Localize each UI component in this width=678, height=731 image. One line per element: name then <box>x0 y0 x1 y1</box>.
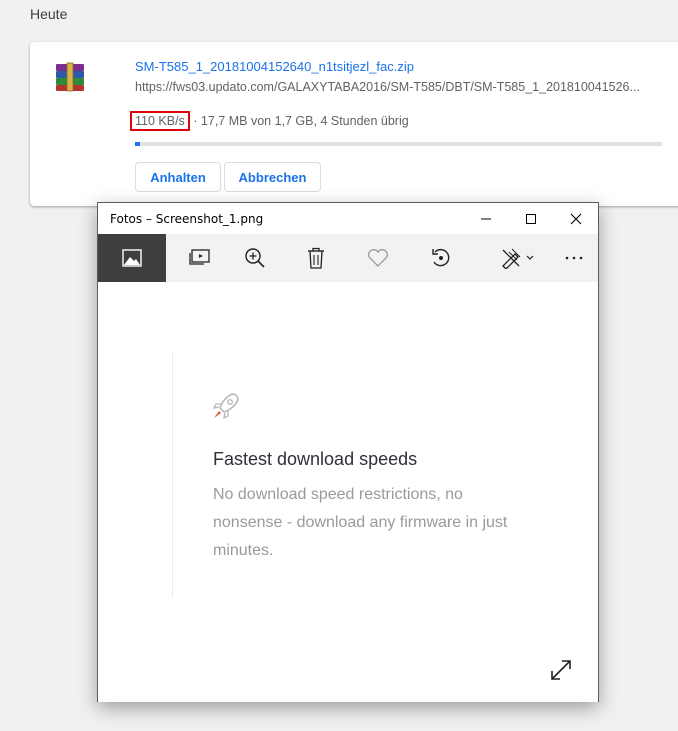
feature-heading: Fastest download speeds <box>213 449 418 469</box>
divider-line <box>172 352 173 598</box>
window-title: Fotos – Screenshot_1.png <box>110 212 264 226</box>
delete-button[interactable] <box>292 234 340 282</box>
zoom-in-button[interactable] <box>231 234 279 282</box>
edit-menu-button[interactable] <box>490 234 546 282</box>
rotate-icon <box>432 248 450 267</box>
close-icon <box>570 213 581 224</box>
maximize-button[interactable] <box>508 203 553 234</box>
view-image-button[interactable] <box>98 234 166 282</box>
download-status: 110 KB/s · 17,7 MB von 1,7 GB, 4 Stunden… <box>130 111 409 131</box>
download-progress-fill <box>135 142 141 146</box>
photos-toolbar <box>98 234 598 282</box>
pause-button[interactable]: Anhalten <box>135 162 221 192</box>
expand-icon[interactable] <box>550 659 572 681</box>
cancel-button[interactable]: Abbrechen <box>224 162 321 192</box>
more-icon <box>565 256 583 260</box>
zoom-in-icon <box>245 248 265 268</box>
more-options-button[interactable] <box>550 234 598 282</box>
image-viewport: Fastest download speeds No download spee… <box>98 282 598 702</box>
delete-icon <box>308 247 324 269</box>
rotate-button[interactable] <box>417 234 465 282</box>
winrar-archive-icon <box>56 62 84 92</box>
download-speed: 110 KB/s <box>130 111 190 131</box>
file-url: https://fws03.updato.com/GALAXYTABA2016/… <box>135 80 640 94</box>
maximize-icon <box>525 213 536 224</box>
favorite-icon <box>368 249 388 267</box>
download-status-detail: · 17,7 MB von 1,7 GB, 4 Stunden übrig <box>193 114 409 128</box>
slideshow-icon <box>189 249 210 265</box>
edit-icon <box>502 248 534 269</box>
feature-description: No download speed restrictions, no nonse… <box>213 486 508 559</box>
file-name-link[interactable]: SM-T585_1_20181004152640_n1tsitjezl_fac.… <box>135 59 414 74</box>
slideshow-button[interactable] <box>176 234 224 282</box>
close-button[interactable] <box>553 203 598 234</box>
image-icon <box>122 249 142 267</box>
photos-window: Fotos – Screenshot_1.png Fastest downloa… <box>97 202 599 702</box>
favorite-button[interactable] <box>354 234 402 282</box>
rocket-icon <box>212 393 239 420</box>
window-titlebar[interactable]: Fotos – Screenshot_1.png <box>98 203 598 234</box>
section-title-today: Heute <box>30 6 68 22</box>
download-progress-bar <box>135 142 662 146</box>
minimize-icon <box>480 218 491 219</box>
download-item: SM-T585_1_20181004152640_n1tsitjezl_fac.… <box>30 42 678 206</box>
minimize-button[interactable] <box>463 203 508 234</box>
